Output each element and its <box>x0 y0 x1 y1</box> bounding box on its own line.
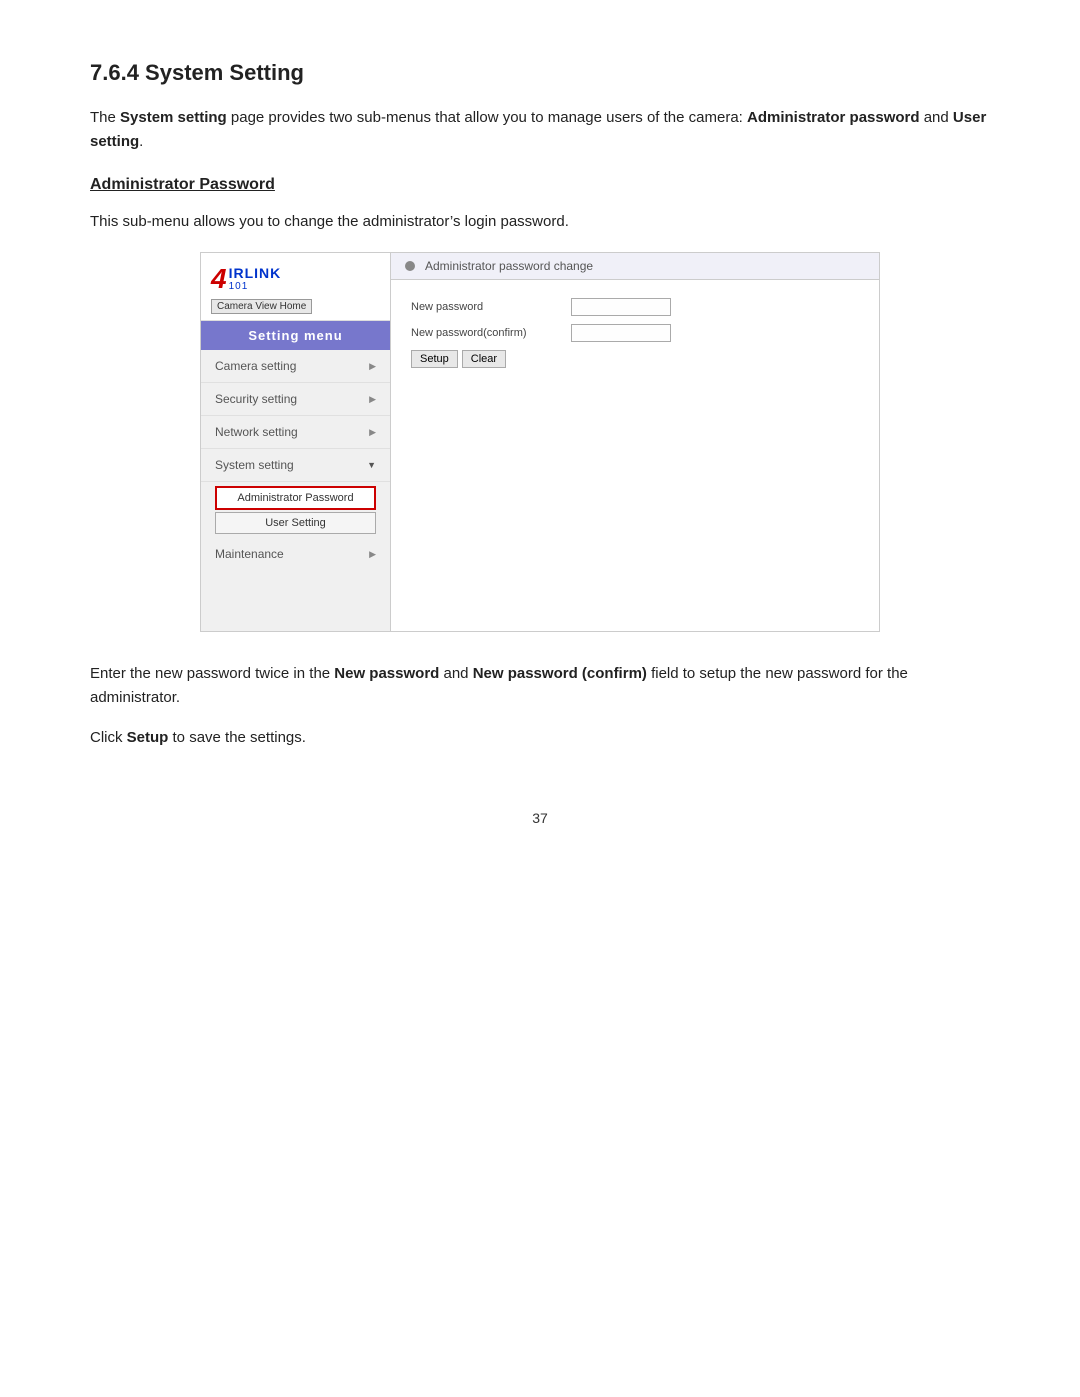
sidebar-bottom: Maintenance ▶ <box>201 538 390 570</box>
setting-menu-header: Setting menu <box>201 321 390 350</box>
sidebar-item-camera[interactable]: Camera setting ▶ <box>201 350 390 383</box>
section-title: 7.6.4 System Setting <box>90 60 990 86</box>
footer-bold-confirm-password: New password (confirm) <box>473 665 647 682</box>
footer-paragraph-2: Click Setup to save the settings. <box>90 726 990 750</box>
logo-area: 4 IRLINK 101 Camera View Home <box>201 253 390 321</box>
sidebar: 4 IRLINK 101 Camera View Home Setting me… <box>201 253 391 631</box>
confirm-password-label: New password(confirm) <box>411 327 571 339</box>
header-bullet-icon <box>405 261 415 271</box>
sidebar-item-network-label: Network setting <box>215 425 298 439</box>
sidebar-item-camera-label: Camera setting <box>215 359 296 373</box>
maintenance-arrow-icon: ▶ <box>369 549 376 560</box>
logo-4-char: 4 <box>211 265 227 293</box>
sub-menu-user-setting[interactable]: User Setting <box>215 512 376 534</box>
new-password-label: New password <box>411 301 571 313</box>
sub-menu-container: Administrator Password User Setting <box>201 482 390 538</box>
confirm-password-input[interactable] <box>571 324 671 342</box>
intro-paragraph: The System setting page provides two sub… <box>90 106 990 154</box>
network-arrow-icon: ▶ <box>369 427 376 438</box>
sidebar-item-maintenance[interactable]: Maintenance ▶ <box>201 538 390 570</box>
sub-menu-admin-password[interactable]: Administrator Password <box>215 486 376 510</box>
confirm-password-row: New password(confirm) <box>411 324 859 342</box>
panel-header: Administrator password change <box>391 253 879 280</box>
ui-screenshot: 4 IRLINK 101 Camera View Home Setting me… <box>200 252 880 632</box>
admin-password-subtitle: Administrator Password <box>90 176 990 194</box>
logo-irlink-top: IRLINK <box>229 266 282 281</box>
clear-button[interactable]: Clear <box>462 350 506 368</box>
new-password-row: New password <box>411 298 859 316</box>
sidebar-item-system[interactable]: System setting ▼ <box>201 449 390 482</box>
footer-bold-setup: Setup <box>127 729 169 746</box>
sidebar-item-security-label: Security setting <box>215 392 297 406</box>
intro-bold-system: System setting <box>120 109 227 126</box>
button-row: Setup Clear <box>411 350 859 368</box>
sidebar-item-security[interactable]: Security setting ▶ <box>201 383 390 416</box>
sub-description: This sub-menu allows you to change the a… <box>90 210 990 234</box>
footer-bold-new-password: New password <box>334 665 439 682</box>
security-arrow-icon: ▶ <box>369 394 376 405</box>
sidebar-item-system-label: System setting <box>215 458 294 472</box>
footer-paragraph-1: Enter the new password twice in the New … <box>90 662 990 710</box>
panel-body: New password New password(confirm) Setup… <box>391 280 879 386</box>
maintenance-label: Maintenance <box>215 547 284 561</box>
logo-irlink-bottom: 101 <box>229 281 282 292</box>
system-arrow-icon: ▼ <box>367 460 376 470</box>
intro-bold-admin: Administrator password <box>747 109 920 126</box>
panel-header-text: Administrator password change <box>425 259 593 273</box>
page-number: 37 <box>90 810 990 826</box>
camera-arrow-icon: ▶ <box>369 361 376 372</box>
sidebar-item-network[interactable]: Network setting ▶ <box>201 416 390 449</box>
camera-view-home-button[interactable]: Camera View Home <box>211 299 312 314</box>
content-panel: Administrator password change New passwo… <box>391 253 879 631</box>
logo-irlink: IRLINK 101 <box>229 266 282 292</box>
setup-button[interactable]: Setup <box>411 350 458 368</box>
new-password-input[interactable] <box>571 298 671 316</box>
logo: 4 IRLINK 101 <box>211 265 380 293</box>
